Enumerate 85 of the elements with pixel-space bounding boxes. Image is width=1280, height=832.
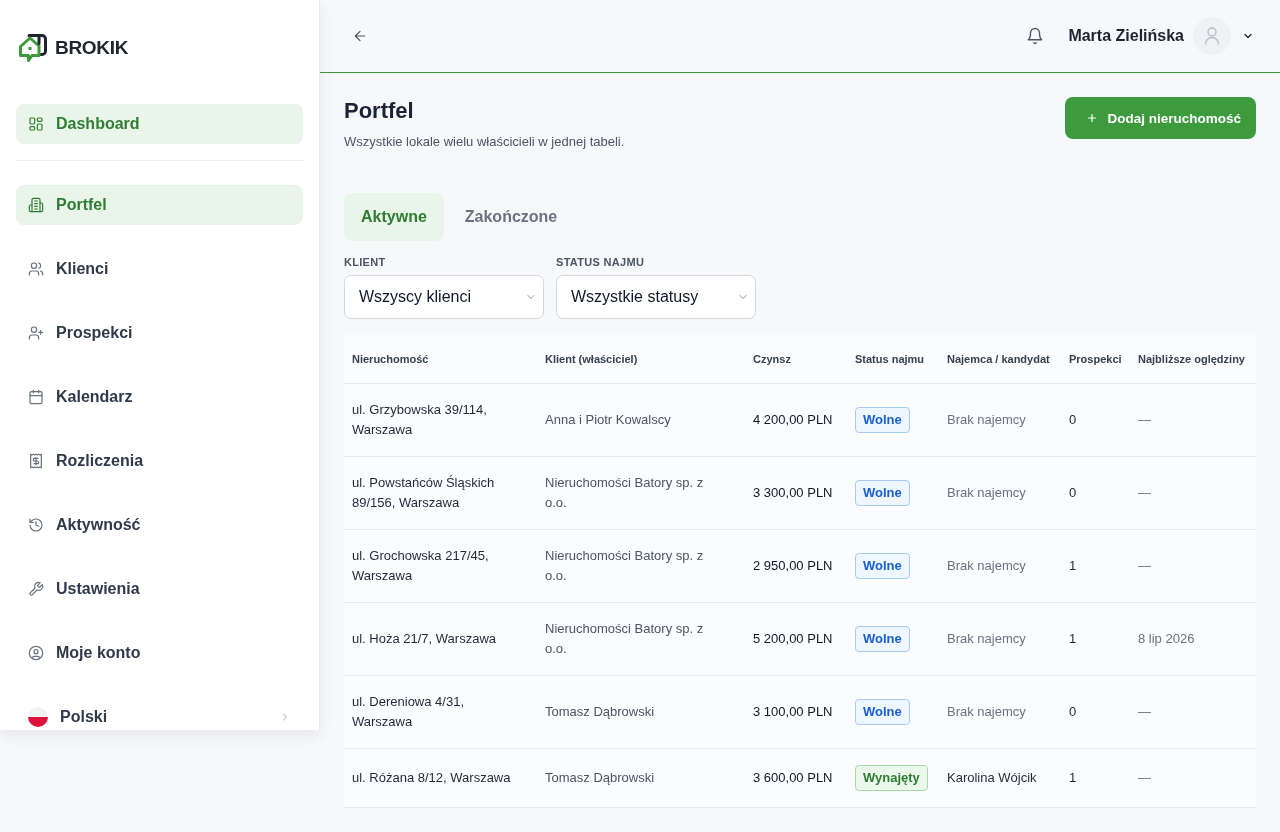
table-cell: Brak najemcy <box>939 529 1061 602</box>
user-menu-button[interactable]: Marta Zielińska <box>1068 17 1254 55</box>
nav-item[interactable]: Rozliczenia <box>16 441 303 481</box>
nav-item[interactable]: Dashboard <box>16 104 303 144</box>
nav-item[interactable]: Kalendarz <box>16 377 303 417</box>
table-cell: ul. Hoża 21/7, Warszawa <box>344 602 537 675</box>
table-cell: ul. Dereniowa 4/31, Warszawa <box>344 675 537 748</box>
status-badge: Wolne <box>855 552 910 579</box>
table-cell: Nieruchomości Batory sp. z o.o. <box>537 602 745 675</box>
table-cell: Karolina Wójcik <box>939 748 1061 807</box>
table-cell: 4 200,00 PLN <box>745 383 847 456</box>
table-cell: — <box>1130 675 1256 748</box>
table-cell: ul. Powstańców Śląskich 89/156, Warszawa <box>344 456 537 529</box>
status-badge: Wynajęty <box>855 764 928 791</box>
table-cell: — <box>1130 748 1256 807</box>
table-cell: 3 600,00 PLN <box>745 748 847 807</box>
calendar-icon <box>28 389 44 405</box>
column-header: Najbliższe oględziny <box>1130 335 1256 383</box>
table-cell: ul. Różana 8/12, Warszawa <box>344 748 537 807</box>
table-cell: Brak najemcy <box>939 456 1061 529</box>
table-cell: 5 200,00 PLN <box>745 602 847 675</box>
table-cell: Brak najemcy <box>939 602 1061 675</box>
table-cell: 1 <box>1061 602 1130 675</box>
nav-item[interactable]: Aktywność <box>16 505 303 545</box>
table-cell: 1 <box>1061 529 1130 602</box>
history-icon <box>28 517 44 533</box>
receipt-icon <box>28 453 44 469</box>
table-cell: Brak najemcy <box>939 675 1061 748</box>
column-header: Klient (właściciel) <box>537 335 745 383</box>
logo-icon <box>18 32 48 63</box>
page-title: Portfel <box>344 97 415 125</box>
table-cell: 8 lip 2026 <box>1130 602 1256 675</box>
brand-name: BROKIK <box>55 36 129 59</box>
nav-item[interactable]: Ustawienia <box>16 569 303 609</box>
column-header: Status najmu <box>847 335 939 383</box>
flag-icon <box>28 707 48 727</box>
table-cell: Anna i Piotr Kowalscy <box>537 383 745 456</box>
status-badge: Wolne <box>855 625 910 652</box>
grid-icon <box>28 116 44 132</box>
status-badge: Wolne <box>855 698 910 725</box>
select-field[interactable]: Wszystkie statusy <box>556 275 756 319</box>
add-property-button[interactable]: Dodaj nieruchomość <box>1065 97 1256 139</box>
table-cell: 1 <box>1061 748 1130 807</box>
user-circle-icon <box>28 645 44 661</box>
table-cell: — <box>1130 456 1256 529</box>
column-header: Prospekci <box>1061 335 1130 383</box>
table-cell: Tomasz Dąbrowski <box>537 675 745 748</box>
table-cell: 3 100,00 PLN <box>745 675 847 748</box>
building-icon <box>28 197 44 213</box>
table-cell: — <box>1130 529 1256 602</box>
table-cell: Nieruchomości Batory sp. z o.o. <box>537 456 745 529</box>
table-cell: — <box>1130 383 1256 456</box>
table-cell: 2 950,00 PLN <box>745 529 847 602</box>
nav-item[interactable]: Moje konto <box>16 633 303 673</box>
avatar-icon <box>1193 17 1231 55</box>
wrench-icon <box>28 581 44 597</box>
table-cell: 0 <box>1061 383 1130 456</box>
table-cell: ul. Grochowska 217/45, Warszawa <box>344 529 537 602</box>
nav-item[interactable]: Prospekci <box>16 313 303 353</box>
page-subtitle: Wszystkie lokale wielu właścicieli w jednej tabeli. <box>344 133 625 151</box>
column-header: Czynsz <box>745 335 847 383</box>
filter-label: STATUS NAJMU <box>556 255 646 269</box>
nav-item[interactable]: Klienci <box>16 249 303 289</box>
column-header: Nieruchomość <box>344 335 537 383</box>
table-cell: 3 300,00 PLN <box>745 456 847 529</box>
table-cell: Tomasz Dąbrowski <box>537 748 745 807</box>
tab[interactable]: Zakończone <box>447 193 575 241</box>
language-item[interactable]: Polski <box>16 705 303 729</box>
bell-icon[interactable] <box>1026 27 1045 45</box>
users-icon <box>28 261 44 277</box>
back-arrow-icon[interactable] <box>352 28 368 44</box>
status-badge: Wolne <box>855 406 910 433</box>
table-cell: 0 <box>1061 675 1130 748</box>
nav-item[interactable]: Portfel <box>16 185 303 225</box>
filter-label: KLIENT <box>344 255 387 269</box>
status-badge: Wolne <box>855 479 910 506</box>
table-cell: 0 <box>1061 456 1130 529</box>
select-field[interactable]: Wszyscy klienci <box>344 275 544 319</box>
table-cell: Nieruchomości Batory sp. z o.o. <box>537 529 745 602</box>
plus-icon <box>1086 112 1099 124</box>
table-cell: Brak najemcy <box>939 383 1061 456</box>
column-header: Najemca / kandydat <box>939 335 1061 383</box>
user-plus-icon <box>28 325 44 341</box>
tab[interactable]: Aktywne <box>344 193 444 241</box>
table-cell: ul. Grzybowska 39/114, Warszawa <box>344 383 537 456</box>
